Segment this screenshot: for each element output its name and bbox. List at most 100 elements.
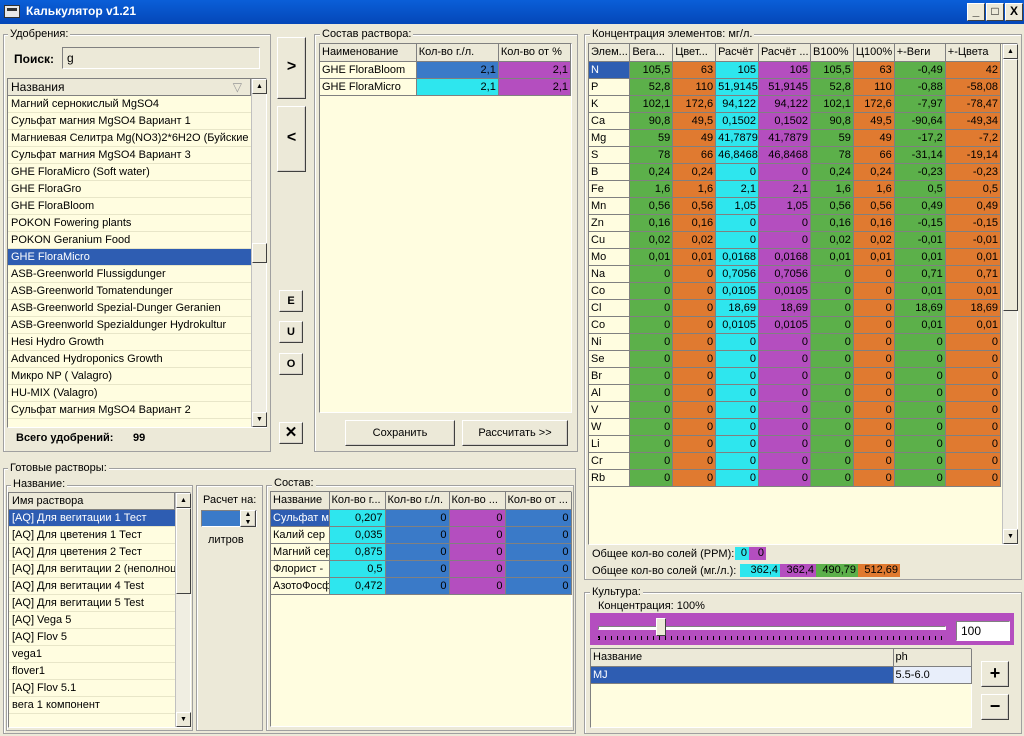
sostav-name-cell[interactable]: Сульфат м	[271, 509, 330, 527]
ready-solution-item[interactable]: [AQ] Для вегитации 1 Тест	[9, 510, 175, 527]
fertilizer-list-item[interactable]: Магниевая Селитра Mg(NO3)2*6H2O (Буйские…	[8, 130, 251, 147]
fertilizer-list-item[interactable]: GHE FloraGro	[8, 181, 251, 198]
table-col-header[interactable]: Вега...	[629, 44, 674, 62]
element-cell[interactable]: Li	[589, 435, 631, 453]
conc-scroll-down-icon[interactable]: ▼	[1003, 529, 1018, 544]
clear-button[interactable]: ✕	[279, 422, 303, 444]
fertilizer-list-item[interactable]: ASB-Greenworld Spezial-Dunger Geranien	[8, 300, 251, 317]
table-col-header[interactable]: Кол-во г...	[329, 492, 386, 510]
sostav-row[interactable]: Сульфат м 0,207 0 0 0	[271, 509, 572, 527]
element-cell[interactable]: Al	[589, 384, 631, 402]
fertilizer-list-item[interactable]: Сульфат магния MgSO4 Вариант 3	[8, 147, 251, 164]
table-col-header[interactable]: Название	[591, 649, 894, 667]
comp-grams-cell[interactable]: 2,1	[416, 61, 499, 79]
element-cell[interactable]: Na	[589, 265, 631, 283]
sostav-value-cell[interactable]: 0	[505, 526, 572, 544]
ready-solution-item[interactable]: flover1	[9, 663, 175, 680]
maximize-button[interactable]: □	[986, 3, 1004, 21]
o-button[interactable]: O	[279, 353, 303, 375]
element-cell[interactable]: Co	[589, 282, 631, 300]
sostav-value-cell[interactable]: 0	[449, 526, 506, 544]
element-cell[interactable]: Cl	[589, 299, 631, 317]
culture-row[interactable]: MJ 5.5-6.0	[591, 666, 972, 684]
sostav-value-cell[interactable]: 0	[385, 577, 450, 595]
element-cell[interactable]: N	[589, 61, 631, 79]
sostav-value-cell[interactable]: 0,035	[329, 526, 386, 544]
fertilizer-scrollbar[interactable]: ▲ ▼	[251, 79, 267, 427]
element-cell[interactable]: V	[589, 401, 631, 419]
fertilizer-list-item[interactable]: POKON Geranium Food	[8, 232, 251, 249]
table-col-header[interactable]: Элем...	[589, 44, 631, 62]
search-input[interactable]: g	[62, 47, 260, 69]
table-col-header[interactable]: Кол-во г./л.	[416, 44, 499, 62]
sostav-value-cell[interactable]: 0,875	[329, 543, 386, 561]
conc-scroll-thumb[interactable]	[1003, 59, 1018, 311]
element-cell[interactable]: Mg	[589, 129, 631, 147]
close-button[interactable]: X	[1005, 3, 1023, 21]
table-col-header[interactable]: Кол-во от %	[498, 44, 572, 62]
sostav-value-cell[interactable]: 0	[385, 509, 450, 527]
e-button[interactable]: E	[279, 290, 303, 312]
sostav-name-cell[interactable]: Калий сер	[271, 526, 330, 544]
table-col-header[interactable]: +-Веги	[894, 44, 946, 62]
sostav-value-cell[interactable]: 0	[505, 577, 572, 595]
sostav-value-cell[interactable]: 0	[385, 543, 450, 561]
remove-button[interactable]: <	[277, 106, 306, 172]
fertilizer-list-item[interactable]: Магний сернокислый MgSO4	[8, 96, 251, 113]
ready-scroll-up-icon[interactable]: ▲	[176, 493, 191, 508]
element-cell[interactable]: W	[589, 418, 631, 436]
scroll-up-icon[interactable]: ▲	[252, 79, 267, 94]
sostav-row[interactable]: АзотоФосф 0,472 0 0 0	[271, 577, 572, 595]
element-cell[interactable]: Co	[589, 316, 631, 334]
fertilizer-list-item[interactable]: HU-MIX (Valagro)	[8, 385, 251, 402]
save-button[interactable]: Сохранить	[345, 420, 455, 446]
slider-track[interactable]	[598, 626, 946, 630]
ready-solution-item[interactable]: [AQ] Flov 5.1	[9, 680, 175, 697]
sostav-value-cell[interactable]: 0	[505, 543, 572, 561]
scroll-down-icon[interactable]: ▼	[252, 412, 267, 427]
element-cell[interactable]: Ca	[589, 112, 631, 130]
composition-row[interactable]: GHE FloraMicro 2,1 2,1	[320, 78, 572, 96]
element-cell[interactable]: S	[589, 146, 631, 164]
element-cell[interactable]: Se	[589, 350, 631, 368]
comp-pct-cell[interactable]: 2,1	[498, 78, 572, 96]
table-col-header[interactable]: Расчёт	[715, 44, 759, 62]
u-button[interactable]: U	[279, 321, 303, 343]
sostav-value-cell[interactable]: 0,207	[329, 509, 386, 527]
minimize-button[interactable]: _	[967, 3, 985, 21]
fertilizer-list-item[interactable]: ASB-Greenworld Spezialdunger Hydrokultur	[8, 317, 251, 334]
element-cell[interactable]: Ni	[589, 333, 631, 351]
element-cell[interactable]: P	[589, 78, 631, 96]
scroll-thumb[interactable]	[252, 243, 267, 263]
sostav-value-cell[interactable]: 0	[385, 560, 450, 578]
sostav-name-cell[interactable]: Флорист -	[271, 560, 330, 578]
ready-solution-item[interactable]: [AQ] Для вегитации 4 Test	[9, 578, 175, 595]
sostav-value-cell[interactable]: 0,5	[329, 560, 386, 578]
element-cell[interactable]: B	[589, 163, 631, 181]
fertilizer-list-item[interactable]: GHE FloraMicro	[8, 249, 251, 266]
fertilizer-list-item[interactable]: Advanced Hydroponics Growth	[8, 351, 251, 368]
ready-solution-item[interactable]: [AQ] Для вегитации 5 Test	[9, 595, 175, 612]
element-cell[interactable]: Cr	[589, 452, 631, 470]
calc-on-spinner[interactable]: ▲ ▼	[240, 510, 256, 527]
sostav-row[interactable]: Флорист -0,5 0 0 0	[271, 560, 572, 578]
fertilizer-list-item[interactable]: GHE FloraBloom	[8, 198, 251, 215]
fertilizer-list-item[interactable]: Микро NP ( Valagro)	[8, 368, 251, 385]
sostav-value-cell[interactable]: 0	[385, 526, 450, 544]
sostav-value-cell[interactable]: 0	[505, 509, 572, 527]
add-culture-button[interactable]: +	[981, 661, 1009, 687]
add-button[interactable]: >	[277, 37, 306, 99]
sostav-name-cell[interactable]: АзотоФосф	[271, 577, 330, 595]
conc-scroll-up-icon[interactable]: ▲	[1003, 44, 1018, 59]
fertilizer-col-header[interactable]: Названия ▽	[8, 79, 251, 96]
sostav-name-cell[interactable]: Магний сер	[271, 543, 330, 561]
fertilizer-list-item[interactable]: Сульфат магния MgSO4 Вариант 1	[8, 113, 251, 130]
calculate-button[interactable]: Рассчитать >>	[462, 420, 568, 446]
table-col-header[interactable]: Ц100%	[853, 44, 895, 62]
concentration-value-input[interactable]: 100	[956, 621, 1010, 641]
element-cell[interactable]: Fe	[589, 180, 631, 198]
table-col-header[interactable]: +-Цвета	[945, 44, 1002, 62]
table-col-header[interactable]: Кол-во ...	[449, 492, 506, 510]
ready-scroll-thumb[interactable]	[176, 508, 191, 594]
ready-solution-item[interactable]: вега 1 компонент	[9, 697, 175, 714]
